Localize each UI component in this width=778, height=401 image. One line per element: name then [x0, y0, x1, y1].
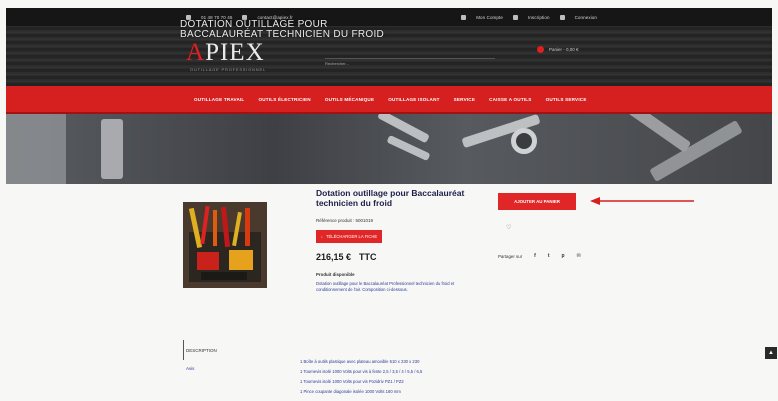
list-item: 1 Tournevis isolé 1000 Volts pour vis Po…	[300, 379, 404, 384]
search-input[interactable]: Rechercher...	[325, 52, 495, 66]
user-icon	[461, 14, 467, 20]
list-item: 1 Tournevis isolé 1000 Volts pour vis à …	[300, 369, 423, 374]
nav-item[interactable]: OUTILS MÉCANIQUE	[325, 97, 374, 102]
tab-indicator	[183, 340, 184, 360]
nav-item[interactable]: SERVICE	[454, 97, 475, 102]
tab-reviews[interactable]: Avis	[186, 366, 194, 371]
register-link[interactable]: Inscription	[528, 15, 550, 20]
download-icon: ↓	[320, 234, 323, 239]
chevron-up-icon[interactable]: ▲	[765, 347, 777, 359]
nav-item[interactable]: OUTILLAGE TRAVAIL	[194, 97, 244, 102]
my-account-link[interactable]: Mon Compte	[476, 15, 503, 20]
email-share-icon[interactable]: ✉	[577, 253, 581, 259]
top-utility-bar: 01 48 70 70 45 contact@apiex.fr Mon Comp…	[6, 8, 772, 26]
annotation-arrow-icon	[590, 197, 694, 205]
nav-item[interactable]: OUTILS ÉLECTRICIEN	[258, 97, 310, 102]
logo-tagline: OUTILLAGE PROFESSIONNEL	[190, 67, 266, 72]
product-title: Dotation outillage pour Baccalauréat tec…	[316, 188, 465, 208]
login-link[interactable]: Connexion	[575, 15, 597, 20]
hero-title: DOTATION OUTILLAGE POUR BACCALAURÉAT TEC…	[180, 19, 385, 40]
hero-banner	[6, 114, 772, 184]
pinterest-icon[interactable]: p	[562, 253, 565, 259]
tab-description[interactable]: DESCRIPTION	[186, 348, 217, 353]
list-item: 1 Boîte à outils plastique avec plateau …	[300, 359, 420, 364]
main-nav: OUTILLAGE TRAVAIL OUTILS ÉLECTRICIEN OUT…	[6, 86, 772, 114]
register-icon	[512, 14, 518, 20]
twitter-icon[interactable]: t	[548, 253, 550, 259]
nav-item[interactable]: OUTILLAGE ISOLANT	[388, 97, 439, 102]
facebook-icon[interactable]: f	[534, 253, 536, 259]
nav-item[interactable]: CAISSE A OUTILS	[489, 97, 531, 102]
nav-item[interactable]: OUTILS SERVICE	[546, 97, 587, 102]
product-reference: Référence produit : 5001019	[316, 218, 374, 223]
heart-icon[interactable]: ♡	[506, 224, 511, 231]
download-sheet-button[interactable]: ↓ TÉLÉCHARGER LA FICHE	[316, 230, 382, 243]
product-short-description: Dotation outillage pour le Baccalauréat …	[316, 281, 455, 292]
share-row: Partager sur f t p ✉	[498, 253, 581, 259]
product-price: 216,15 € TTC	[316, 252, 377, 262]
product-image[interactable]	[183, 202, 267, 288]
add-to-cart-button[interactable]: AJOUTER AU PANIER	[498, 193, 576, 210]
spec-list: 1 Boîte à outils plastique avec plateau …	[300, 359, 422, 399]
cart-label: Panier - 0,00 €	[549, 47, 579, 52]
site-logo[interactable]: APIEX	[186, 39, 265, 67]
header-cart[interactable]: Panier - 0,00 €	[537, 46, 579, 53]
list-item: 1 Pince coupante diagonale isolée 1000 V…	[300, 389, 401, 394]
cart-icon	[537, 46, 544, 53]
login-icon	[559, 14, 565, 20]
availability-status: Produit disponible	[316, 272, 355, 277]
share-label: Partager sur	[498, 253, 523, 259]
